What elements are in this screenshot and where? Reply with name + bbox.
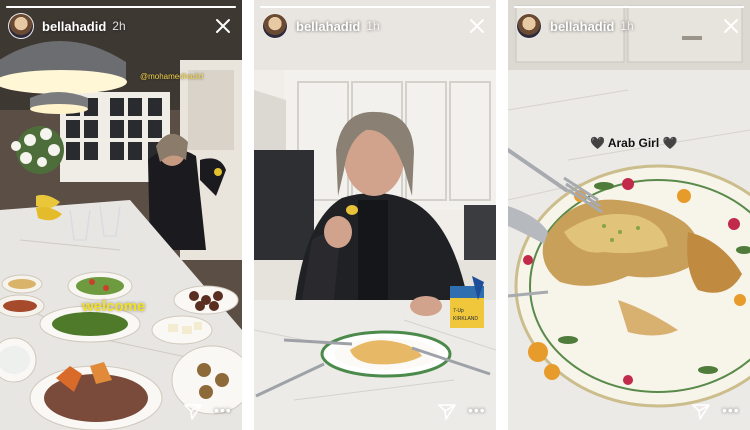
story-3-photo <box>508 0 750 430</box>
story-1-time: 2h <box>112 19 126 33</box>
close-icon[interactable] <box>214 17 232 35</box>
story-3-username[interactable]: bellahadid <box>550 19 614 34</box>
story-3-header: bellahadid 1h <box>516 12 742 40</box>
story-panel-2[interactable]: 7-Up KIRKLAND bellahadid 1h ••• <box>254 0 496 430</box>
close-icon[interactable] <box>468 17 486 35</box>
story-1-progress-fill <box>6 6 236 8</box>
send-icon[interactable] <box>438 404 456 420</box>
svg-text:KIRKLAND: KIRKLAND <box>453 316 478 322</box>
story-2-progress-fill <box>260 6 490 8</box>
mention-sticker[interactable]: @mohamedhadid <box>140 72 203 81</box>
send-icon[interactable] <box>692 404 710 420</box>
story-3-time: 1h <box>620 19 634 33</box>
story-2-time: 1h <box>366 19 380 33</box>
send-icon[interactable] <box>184 404 202 420</box>
avatar[interactable] <box>262 13 288 39</box>
close-icon[interactable] <box>722 17 740 35</box>
story-2-photo: 7-Up KIRKLAND <box>254 0 496 430</box>
story-panel-3[interactable]: bellahadid 1h 🖤 Arab Girl 🖤 ••• <box>508 0 750 430</box>
more-icon[interactable]: ••• <box>214 402 232 418</box>
avatar[interactable] <box>8 13 34 39</box>
story-3-progress-bar <box>514 6 744 8</box>
story-1-username[interactable]: bellahadid <box>42 19 106 34</box>
story-3-progress-fill <box>514 6 744 8</box>
more-icon[interactable]: ••• <box>468 402 486 418</box>
story-panel-1[interactable]: bellahadid 2h @mohamedhadid welcome ••• <box>0 0 242 430</box>
story-2-progress-bar <box>260 6 490 8</box>
story-3-caption: 🖤 Arab Girl 🖤 <box>590 136 678 150</box>
story-1-progress-bar <box>6 6 236 8</box>
svg-text:7-Up: 7-Up <box>453 308 464 314</box>
story-1-header: bellahadid 2h <box>8 12 234 40</box>
story-2-username[interactable]: bellahadid <box>296 19 360 34</box>
avatar[interactable] <box>516 13 542 39</box>
more-icon[interactable]: ••• <box>722 402 740 418</box>
story-2-header: bellahadid 1h <box>262 12 488 40</box>
welcome-sticker: welcome <box>82 298 146 315</box>
story-1-photo <box>0 0 242 430</box>
